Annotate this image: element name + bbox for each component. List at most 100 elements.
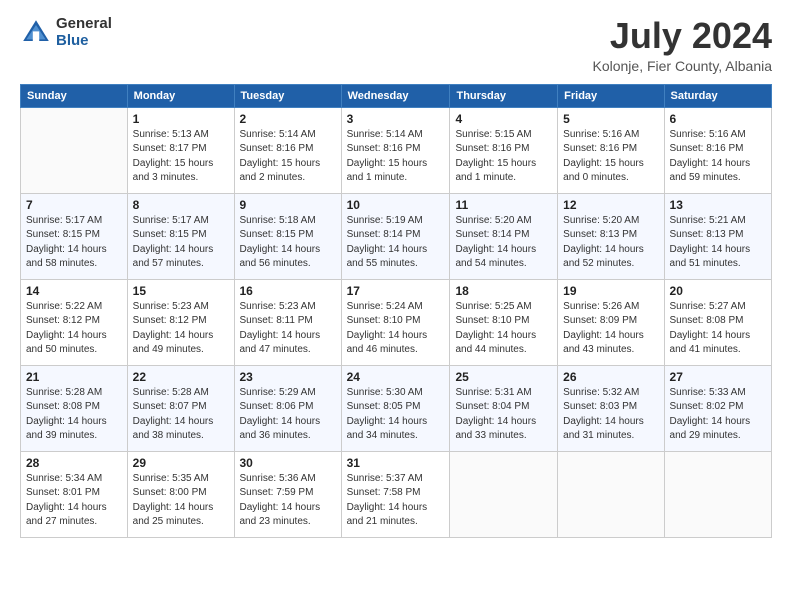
cell-info: Sunrise: 5:36 AM Sunset: 7:59 PM Dayligh…	[240, 472, 336, 530]
cell-day-number: 19	[563, 284, 658, 298]
calendar-week-row: 7 Sunrise: 5:17 AM Sunset: 8:15 PM Daylig…	[21, 193, 772, 279]
cell-day-number: 25	[455, 370, 552, 384]
cell-info: Sunrise: 5:35 AM Sunset: 8:00 PM Dayligh…	[133, 472, 229, 530]
logo-text: General Blue	[56, 16, 112, 49]
header: General Blue July 2024 Kolonje, Fier Cou…	[20, 16, 772, 74]
logo-general-text: General	[56, 16, 112, 33]
cell-info: Sunrise: 5:27 AM Sunset: 8:08 PM Dayligh…	[670, 300, 766, 358]
cell-day-number: 20	[670, 284, 766, 298]
calendar-cell: 5Sunrise: 5:16 AM Sunset: 8:16 PM Daylig…	[558, 107, 664, 193]
cell-day-number: 12	[563, 198, 658, 212]
cell-day-number: 13	[670, 198, 766, 212]
cell-info: Sunrise: 5:17 AM Sunset: 8:15 PM Dayligh…	[26, 214, 122, 272]
calendar-cell: 4 Sunrise: 5:15 AM Sunset: 8:16 PM Daylig…	[450, 107, 558, 193]
month-title: July 2024	[592, 16, 772, 56]
calendar-cell: 1 Sunrise: 5:13 AM Sunset: 8:17 PM Daylig…	[127, 107, 234, 193]
cell-day-number: 8	[133, 198, 229, 212]
cell-day-number: 5	[563, 112, 658, 126]
weekday-header: Saturday	[664, 84, 771, 107]
calendar-cell: 16 Sunrise: 5:23 AM Sunset: 8:11 PM Dayli…	[234, 279, 341, 365]
cell-info: Sunrise: 5:17 AM Sunset: 8:15 PM Dayligh…	[133, 214, 229, 272]
cell-info: Sunrise: 5:23 AM Sunset: 8:12 PM Dayligh…	[133, 300, 229, 358]
weekday-header: Tuesday	[234, 84, 341, 107]
calendar-cell: 18 Sunrise: 5:25 AM Sunset: 8:10 PM Dayli…	[450, 279, 558, 365]
calendar-cell	[664, 451, 771, 537]
logo-blue-text: Blue	[56, 33, 112, 50]
calendar-cell: 20 Sunrise: 5:27 AM Sunset: 8:08 PM Dayli…	[664, 279, 771, 365]
weekday-row: SundayMondayTuesdayWednesdayThursdayFrid…	[21, 84, 772, 107]
cell-info: Sunrise: 5:30 AM Sunset: 8:05 PM Dayligh…	[347, 386, 445, 444]
cell-info: Sunrise: 5:22 AM Sunset: 8:12 PM Dayligh…	[26, 300, 122, 358]
cell-day-number: 30	[240, 456, 336, 470]
calendar-cell	[558, 451, 664, 537]
calendar-cell: 19 Sunrise: 5:26 AM Sunset: 8:09 PM Dayli…	[558, 279, 664, 365]
cell-info: Sunrise: 5:31 AM Sunset: 8:04 PM Dayligh…	[455, 386, 552, 444]
cell-info: Sunrise: 5:34 AM Sunset: 8:01 PM Dayligh…	[26, 472, 122, 530]
cell-info: Sunrise: 5:23 AM Sunset: 8:11 PM Dayligh…	[240, 300, 336, 358]
cell-info: Sunrise: 5:18 AM Sunset: 8:15 PM Dayligh…	[240, 214, 336, 272]
cell-day-number: 16	[240, 284, 336, 298]
cell-day-number: 31	[347, 456, 445, 470]
cell-day-number: 1	[133, 112, 229, 126]
weekday-header: Friday	[558, 84, 664, 107]
calendar-cell: 10 Sunrise: 5:19 AM Sunset: 8:14 PM Dayli…	[341, 193, 450, 279]
weekday-header: Monday	[127, 84, 234, 107]
calendar-cell: 13Sunrise: 5:21 AM Sunset: 8:13 PM Dayli…	[664, 193, 771, 279]
cell-day-number: 4	[455, 112, 552, 126]
cell-info: Sunrise: 5:29 AM Sunset: 8:06 PM Dayligh…	[240, 386, 336, 444]
calendar-cell	[21, 107, 128, 193]
cell-info: Sunrise: 5:32 AM Sunset: 8:03 PM Dayligh…	[563, 386, 658, 444]
cell-day-number: 11	[455, 198, 552, 212]
cell-info: Sunrise: 5:14 AM Sunset: 8:16 PM Dayligh…	[240, 128, 336, 186]
calendar-cell: 31 Sunrise: 5:37 AM Sunset: 7:58 PM Dayli…	[341, 451, 450, 537]
cell-info: Sunrise: 5:28 AM Sunset: 8:08 PM Dayligh…	[26, 386, 122, 444]
cell-day-number: 24	[347, 370, 445, 384]
calendar-cell: 22Sunrise: 5:28 AM Sunset: 8:07 PM Dayli…	[127, 365, 234, 451]
calendar-header: SundayMondayTuesdayWednesdayThursdayFrid…	[21, 84, 772, 107]
calendar-cell: 17 Sunrise: 5:24 AM Sunset: 8:10 PM Dayli…	[341, 279, 450, 365]
calendar-week-row: 21Sunrise: 5:28 AM Sunset: 8:08 PM Dayli…	[21, 365, 772, 451]
calendar-cell: 25 Sunrise: 5:31 AM Sunset: 8:04 PM Dayli…	[450, 365, 558, 451]
cell-day-number: 9	[240, 198, 336, 212]
cell-info: Sunrise: 5:19 AM Sunset: 8:14 PM Dayligh…	[347, 214, 445, 272]
cell-info: Sunrise: 5:13 AM Sunset: 8:17 PM Dayligh…	[133, 128, 229, 186]
calendar-cell: 8 Sunrise: 5:17 AM Sunset: 8:15 PM Daylig…	[127, 193, 234, 279]
calendar-week-row: 28 Sunrise: 5:34 AM Sunset: 8:01 PM Dayli…	[21, 451, 772, 537]
logo-icon	[20, 17, 52, 49]
calendar-week-row: 1 Sunrise: 5:13 AM Sunset: 8:17 PM Daylig…	[21, 107, 772, 193]
weekday-header: Thursday	[450, 84, 558, 107]
calendar-cell: 11 Sunrise: 5:20 AM Sunset: 8:14 PM Dayli…	[450, 193, 558, 279]
calendar-body: 1 Sunrise: 5:13 AM Sunset: 8:17 PM Daylig…	[21, 107, 772, 537]
cell-day-number: 29	[133, 456, 229, 470]
cell-day-number: 2	[240, 112, 336, 126]
logo: General Blue	[20, 16, 112, 49]
calendar-cell: 30 Sunrise: 5:36 AM Sunset: 7:59 PM Dayli…	[234, 451, 341, 537]
calendar-cell: 26 Sunrise: 5:32 AM Sunset: 8:03 PM Dayli…	[558, 365, 664, 451]
cell-day-number: 22	[133, 370, 229, 384]
cell-day-number: 7	[26, 198, 122, 212]
calendar-cell: 9 Sunrise: 5:18 AM Sunset: 8:15 PM Daylig…	[234, 193, 341, 279]
cell-day-number: 27	[670, 370, 766, 384]
cell-info: Sunrise: 5:37 AM Sunset: 7:58 PM Dayligh…	[347, 472, 445, 530]
cell-day-number: 10	[347, 198, 445, 212]
cell-info: Sunrise: 5:20 AM Sunset: 8:14 PM Dayligh…	[455, 214, 552, 272]
calendar-table: SundayMondayTuesdayWednesdayThursdayFrid…	[20, 84, 772, 538]
cell-info: Sunrise: 5:26 AM Sunset: 8:09 PM Dayligh…	[563, 300, 658, 358]
cell-day-number: 26	[563, 370, 658, 384]
calendar-cell: 28 Sunrise: 5:34 AM Sunset: 8:01 PM Dayli…	[21, 451, 128, 537]
cell-info: Sunrise: 5:25 AM Sunset: 8:10 PM Dayligh…	[455, 300, 552, 358]
calendar-cell: 21Sunrise: 5:28 AM Sunset: 8:08 PM Dayli…	[21, 365, 128, 451]
cell-day-number: 18	[455, 284, 552, 298]
cell-info: Sunrise: 5:16 AM Sunset: 8:16 PM Dayligh…	[670, 128, 766, 186]
calendar-cell: 15Sunrise: 5:23 AM Sunset: 8:12 PM Dayli…	[127, 279, 234, 365]
title-block: July 2024 Kolonje, Fier County, Albania	[592, 16, 772, 74]
weekday-header: Sunday	[21, 84, 128, 107]
cell-info: Sunrise: 5:24 AM Sunset: 8:10 PM Dayligh…	[347, 300, 445, 358]
cell-day-number: 17	[347, 284, 445, 298]
calendar-cell: 27 Sunrise: 5:33 AM Sunset: 8:02 PM Dayli…	[664, 365, 771, 451]
calendar-cell	[450, 451, 558, 537]
cell-info: Sunrise: 5:15 AM Sunset: 8:16 PM Dayligh…	[455, 128, 552, 186]
cell-day-number: 28	[26, 456, 122, 470]
cell-info: Sunrise: 5:33 AM Sunset: 8:02 PM Dayligh…	[670, 386, 766, 444]
calendar-cell: 29 Sunrise: 5:35 AM Sunset: 8:00 PM Dayli…	[127, 451, 234, 537]
